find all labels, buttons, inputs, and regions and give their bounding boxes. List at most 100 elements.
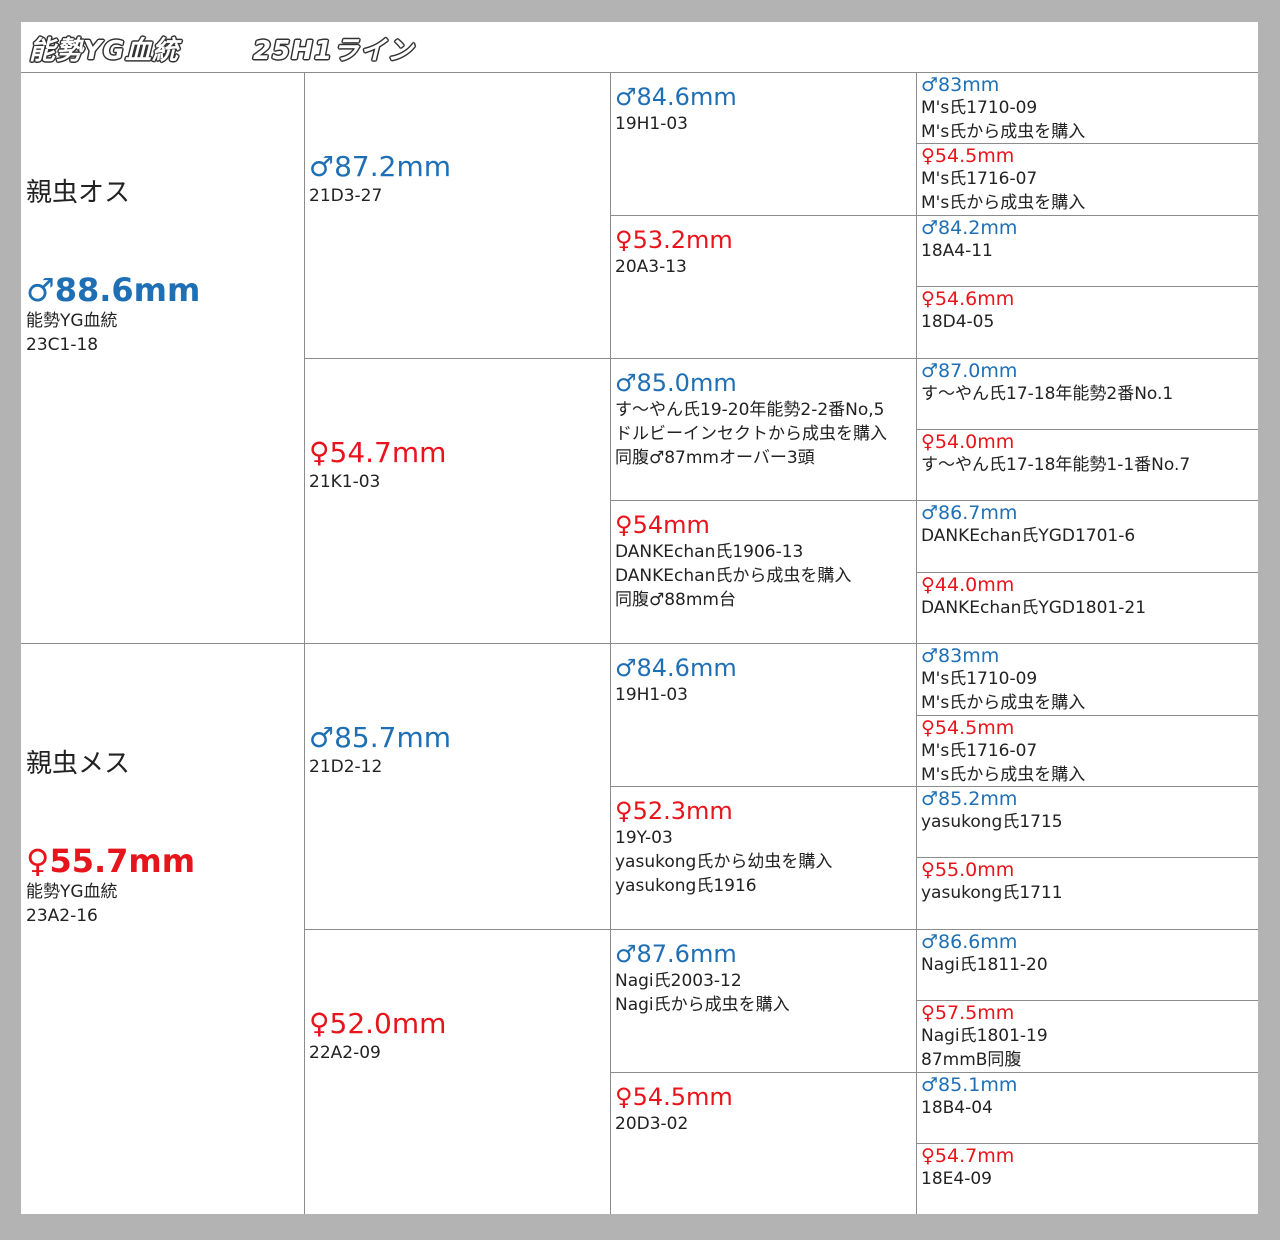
gen2-size: ♂84.6mm	[615, 654, 737, 682]
gen2-detail: ドルビーインセクトから成虫を購入	[615, 424, 887, 444]
gen3-detail: M's氏から成虫を購入	[921, 765, 1086, 785]
gen2-detail: Nagi氏2003-12	[615, 971, 742, 991]
gen2-detail: DANKEchan氏1906-13	[615, 542, 804, 562]
grid-line	[304, 72, 305, 1214]
gen1-detail: 21D2-12	[309, 757, 383, 777]
gen3-detail: 18D4-05	[921, 312, 995, 332]
gen1-size: ♀52.0mm	[309, 1007, 447, 1040]
gen3-cell: ♀54.6mm 18D4-05	[921, 288, 1255, 334]
gen3-cell: ♀54.7mm 18E4-09	[921, 1145, 1255, 1191]
gen3-size: ♀44.0mm	[921, 574, 1015, 596]
parent-cell: 親虫オス ♂88.6mm 能勢YG血統 23C1-18	[26, 172, 301, 357]
gen3-size: ♂87.0mm	[921, 360, 1018, 382]
gen3-cell: ♀57.5mm Nagi氏1801-19 87mmB同腹	[921, 1002, 1255, 1072]
grid-line	[21, 643, 1258, 644]
gen3-detail: 87mmB同腹	[921, 1050, 1022, 1070]
grid-line	[610, 215, 1258, 216]
gen3-cell: ♀44.0mm DANKEchan氏YGD1801-21	[921, 574, 1255, 620]
gen3-size: ♂83mm	[921, 74, 1000, 96]
gen1-size: ♂87.2mm	[309, 150, 451, 183]
parent-detail: 能勢YG血統	[26, 882, 118, 902]
gen2-cell: ♂85.0mm す～やん氏19-20年能勢2-2番No,5 ドルビーインセクトから成…	[615, 368, 913, 470]
grid-line	[916, 72, 917, 1214]
gen2-cell: ♂84.6mm 19H1-03	[615, 653, 913, 707]
line-name: 25H1ライン	[253, 36, 415, 66]
gen2-size: ♀52.3mm	[615, 797, 733, 825]
gen3-cell: ♀55.0mm yasukong氏1711	[921, 859, 1255, 905]
gen3-detail: yasukong氏1715	[921, 812, 1063, 832]
gen3-cell: ♂85.2mm yasukong氏1715	[921, 788, 1255, 834]
grid-line	[610, 72, 611, 1214]
parent-detail: 能勢YG血統	[26, 311, 118, 331]
gen3-size: ♀55.0mm	[921, 859, 1015, 881]
gen2-detail: す～やん氏19-20年能勢2-2番No,5	[615, 400, 885, 420]
gen2-detail: DANKEchan氏から成虫を購入	[615, 566, 852, 586]
gen2-detail: yasukong氏から幼虫を購入	[615, 852, 833, 872]
grid-line	[916, 429, 1258, 430]
grid-line	[916, 857, 1258, 858]
parent-label: 親虫オス	[26, 178, 131, 208]
gen2-cell: ♀54.5mm 20D3-02	[615, 1082, 913, 1136]
parent-label: 親虫メス	[26, 749, 131, 779]
gen3-detail: 18A4-11	[921, 241, 993, 261]
gen2-size: ♂84.6mm	[615, 83, 737, 111]
parent-size: ♀55.7mm	[26, 842, 196, 880]
gen3-cell: ♂83mm M's氏1710-09 M's氏から成虫を購入	[921, 74, 1255, 144]
gen3-detail: DANKEchan氏YGD1801-21	[921, 598, 1147, 618]
grid-line	[916, 1000, 1258, 1001]
gen3-detail: yasukong氏1711	[921, 883, 1063, 903]
gen3-size: ♀54.6mm	[921, 288, 1015, 310]
gen3-size: ♂85.1mm	[921, 1074, 1018, 1096]
grid-line	[916, 286, 1258, 287]
gen3-size: ♀54.7mm	[921, 1145, 1015, 1167]
gen2-detail: 同腹♂88mm台	[615, 590, 736, 610]
grid-line	[916, 572, 1258, 573]
gen3-cell: ♀54.5mm M's氏1716-07 M's氏から成虫を購入	[921, 145, 1255, 215]
grid-line	[610, 786, 1258, 787]
gen2-cell: ♀52.3mm 19Y-03 yasukong氏から幼虫を購入 yasukong氏19…	[615, 796, 913, 898]
grid-line	[304, 929, 1258, 930]
gen3-cell: ♂85.1mm 18B4-04	[921, 1074, 1255, 1120]
gen3-detail: M's氏から成虫を購入	[921, 193, 1086, 213]
gen3-detail: M's氏1716-07	[921, 169, 1038, 189]
gen2-detail: 20D3-02	[615, 1114, 689, 1134]
gen2-size: ♂85.0mm	[615, 369, 737, 397]
gen1-detail: 21D3-27	[309, 186, 383, 206]
title-row: 能勢YG血統 25H1ライン	[21, 22, 1258, 72]
gen2-detail: Nagi氏から成虫を購入	[615, 995, 790, 1015]
gen3-cell: ♀54.5mm M's氏1716-07 M's氏から成虫を購入	[921, 717, 1255, 787]
gen2-detail: yasukong氏1916	[615, 876, 757, 896]
pedigree-sheet: 能勢YG血統 25H1ライン 親虫オス ♂88.6mm 能勢YG血統 23C1-18 ♂…	[21, 22, 1258, 1214]
parent-size: ♂88.6mm	[26, 271, 201, 309]
gen1-detail: 21K1-03	[309, 472, 381, 492]
grid-line	[610, 1072, 1258, 1073]
gen3-cell: ♂86.7mm DANKEchan氏YGD1701-6	[921, 502, 1255, 548]
grid-line	[916, 143, 1258, 144]
grid-line	[916, 1143, 1258, 1144]
gen2-detail: 19H1-03	[615, 685, 688, 705]
gen3-detail: す～やん氏17-18年能勢1-1番No.7	[921, 455, 1191, 475]
gen1-detail: 22A2-09	[309, 1043, 381, 1063]
gen1-cell: ♂87.2mm 21D3-27	[309, 150, 607, 208]
grid-line	[916, 715, 1258, 716]
gen3-detail: M's氏から成虫を購入	[921, 122, 1086, 142]
parent-detail: 23A2-16	[26, 906, 98, 926]
gen3-size: ♂83mm	[921, 645, 1000, 667]
grid-line	[610, 500, 1258, 501]
gen3-cell: ♂86.6mm Nagi氏1811-20	[921, 931, 1255, 977]
parent-cell: 親虫メス ♀55.7mm 能勢YG血統 23A2-16	[26, 743, 301, 928]
parent-detail: 23C1-18	[26, 335, 99, 355]
gen2-detail: 同腹♂87mmオーバー3頭	[615, 448, 815, 468]
gen3-size: ♀54.5mm	[921, 717, 1015, 739]
gen3-detail: M's氏1710-09	[921, 98, 1038, 118]
gen2-cell: ♂87.6mm Nagi氏2003-12 Nagi氏から成虫を購入	[615, 939, 913, 1017]
gen3-detail: DANKEchan氏YGD1701-6	[921, 526, 1136, 546]
gen2-cell: ♀54mm DANKEchan氏1906-13 DANKEchan氏から成虫を購入同…	[615, 510, 913, 612]
gen3-detail: 18E4-09	[921, 1169, 992, 1189]
gen1-cell: ♀52.0mm 22A2-09	[309, 1007, 607, 1065]
gen1-cell: ♀54.7mm 21K1-03	[309, 436, 607, 494]
gen2-detail: 19Y-03	[615, 828, 673, 848]
gen3-detail: す～やん氏17-18年能勢2番No.1	[921, 384, 1174, 404]
grid-line	[304, 358, 1258, 359]
gen2-size: ♀54mm	[615, 511, 710, 539]
